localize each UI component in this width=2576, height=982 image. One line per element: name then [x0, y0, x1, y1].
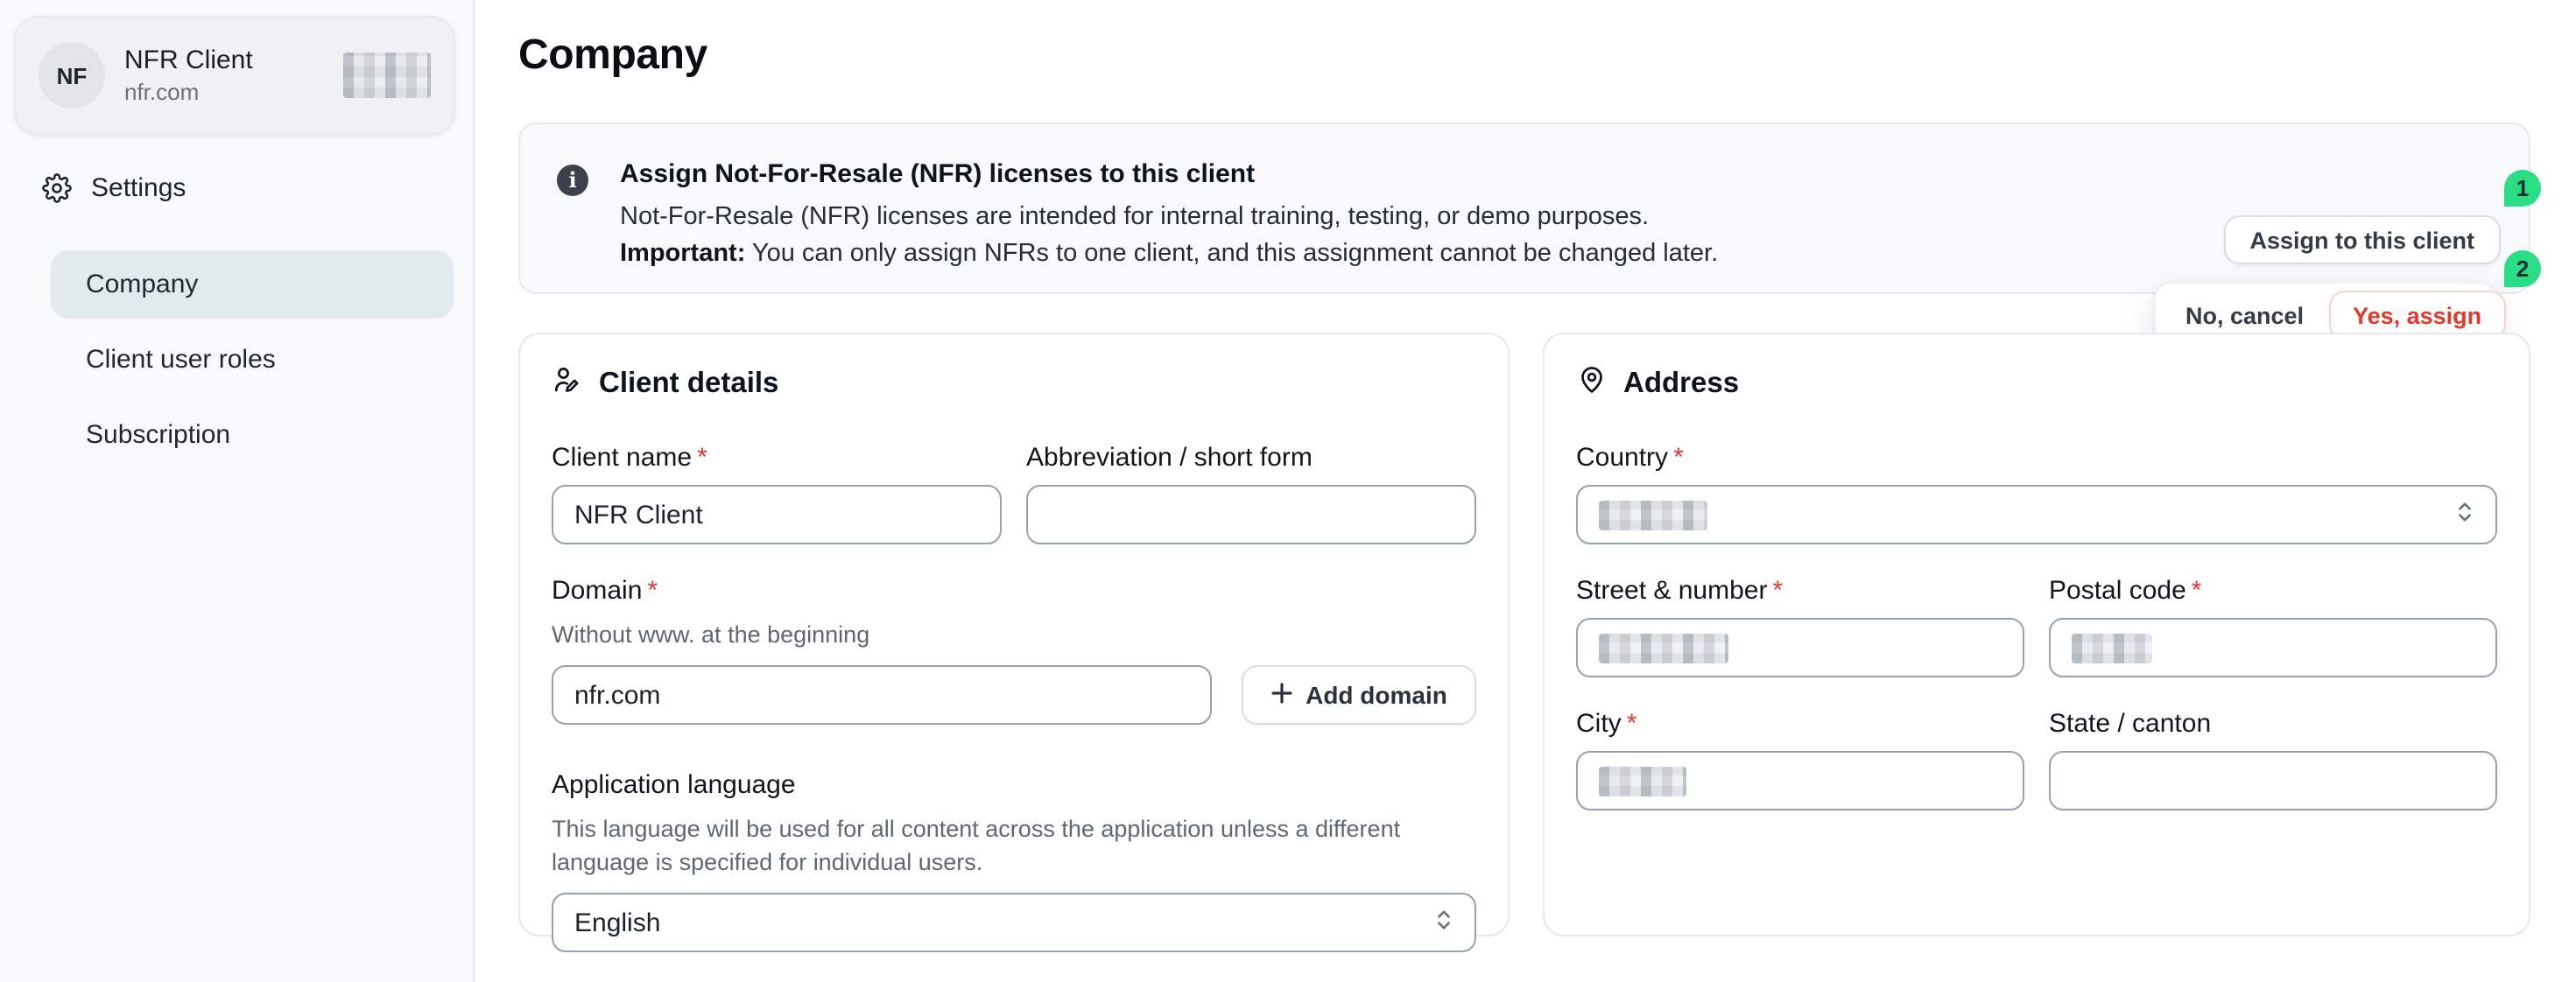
redacted-postal-value [2072, 633, 2152, 663]
domain-input[interactable] [552, 665, 1212, 725]
map-pin-icon [1576, 364, 1608, 404]
abbreviation-input[interactable] [1026, 485, 1476, 544]
sidebar-item-client-user-roles[interactable]: Client user roles [51, 326, 454, 394]
required-marker: * [1772, 576, 1783, 606]
domain-field: Domain* Without www. at the beginning Ad… [552, 576, 1476, 725]
nfr-banner-important-prefix: Important: [620, 239, 745, 267]
address-card: Address Country* Street & number* Postal [1543, 333, 2530, 936]
language-helper: This language will be used for all conte… [552, 812, 1476, 879]
redacted-street-value [1599, 633, 1728, 663]
address-row-2: City* State / canton [1576, 709, 2497, 810]
client-name-field: Client name* [552, 443, 1002, 544]
client-avatar-initials: NF [57, 62, 88, 88]
nfr-banner-text: Assign Not-For-Resale (NFR) licenses to … [620, 159, 2249, 271]
redacted-client-badge [343, 53, 431, 98]
sidebar-item-company[interactable]: Company [51, 250, 454, 319]
required-marker: * [647, 576, 658, 606]
sidebar-item-label: Client user roles [86, 345, 276, 375]
domain-label: Domain* [552, 576, 1476, 606]
language-select[interactable]: English [552, 893, 1476, 952]
client-details-row-1: Client name* Abbreviation / short form [552, 443, 1476, 544]
no-cancel-button[interactable]: No, cancel [2185, 302, 2304, 328]
language-label: Application language [552, 770, 1476, 800]
address-row-1: Street & number* Postal code* [1576, 576, 2497, 677]
abbreviation-label: Abbreviation / short form [1026, 443, 1476, 473]
client-name-input[interactable] [552, 485, 1002, 544]
required-marker: * [1673, 443, 1684, 473]
client-details-card: Client details Client name* Abbreviation… [518, 333, 1510, 936]
language-field: Application language This language will … [552, 770, 1476, 952]
app-root: NF NFR Client nfr.com Settings Company [0, 0, 2576, 982]
sidebar-item-label: Subscription [86, 420, 230, 450]
user-edit-icon [552, 364, 583, 404]
street-input[interactable] [1576, 618, 2024, 677]
client-card-name: NFR Client [124, 46, 253, 75]
chevron-up-down-icon [2455, 496, 2474, 533]
add-domain-button[interactable]: Add domain [1242, 665, 1476, 725]
add-domain-label: Add domain [1306, 681, 1447, 709]
annotation-badge-1: 1 [2504, 170, 2541, 207]
client-avatar: NF [39, 42, 105, 109]
domain-row: Add domain [552, 665, 1476, 725]
client-card-domain: nfr.com [124, 79, 253, 105]
required-marker: * [1627, 709, 1637, 739]
abbreviation-field: Abbreviation / short form [1026, 443, 1476, 544]
address-title: Address [1623, 368, 1739, 401]
address-header: Address [1576, 364, 2497, 404]
language-select-value: English [574, 908, 660, 937]
street-field: Street & number* [1576, 576, 2024, 677]
sidebar-item-subscription[interactable]: Subscription [51, 401, 454, 469]
plus-icon [1270, 681, 1292, 709]
settings-label: Settings [91, 173, 186, 203]
postal-code-label: Postal code* [2049, 576, 2497, 606]
page-title: Company [518, 32, 707, 81]
redacted-country-value [1599, 500, 1707, 530]
client-card-text: NFR Client nfr.com [124, 46, 253, 105]
postal-code-field: Postal code* [2049, 576, 2497, 677]
client-details-header: Client details [552, 364, 1476, 404]
assign-to-this-client-button[interactable]: Assign to this client [2223, 215, 2501, 264]
country-label: Country* [1576, 443, 2497, 473]
country-select[interactable] [1576, 485, 2497, 544]
annotation-badge-2: 2 [2504, 250, 2541, 287]
sidebar-item-label: Company [86, 270, 198, 299]
nfr-info-banner: Assign Not-For-Resale (NFR) licenses to … [518, 123, 2530, 294]
client-name-label: Client name* [552, 443, 1002, 473]
chevron-up-down-icon [1434, 904, 1453, 941]
client-details-title: Client details [599, 368, 778, 401]
sidebar: NF NFR Client nfr.com Settings Company [0, 0, 475, 982]
redacted-city-value [1599, 766, 1686, 796]
country-field: Country* [1576, 443, 2497, 544]
required-marker: * [697, 443, 707, 473]
required-marker: * [2192, 576, 2202, 606]
nfr-banner-line1: Not-For-Resale (NFR) licenses are intend… [620, 200, 2249, 235]
nfr-banner-important-rest: You can only assign NFRs to one client, … [745, 239, 1718, 267]
main-content: Company Assign Not-For-Resale (NFR) lice… [476, 0, 2576, 982]
postal-code-input[interactable] [2049, 618, 2497, 677]
city-field: City* [1576, 709, 2024, 810]
street-label: Street & number* [1576, 576, 2024, 606]
state-label: State / canton [2049, 709, 2497, 739]
client-card[interactable]: NF NFR Client nfr.com [14, 16, 455, 135]
state-input[interactable] [2049, 751, 2497, 810]
nfr-banner-line2: Important: You can only assign NFRs to o… [620, 235, 2249, 271]
nfr-banner-title: Assign Not-For-Resale (NFR) licenses to … [620, 159, 2249, 189]
domain-helper: Without www. at the beginning [552, 618, 1476, 651]
info-icon [557, 165, 588, 196]
sidebar-item-settings[interactable]: Settings [42, 173, 186, 203]
city-label: City* [1576, 709, 2024, 739]
city-input[interactable] [1576, 751, 2024, 810]
state-field: State / canton [2049, 709, 2497, 810]
gear-icon [42, 173, 72, 203]
sidebar-menu: Company Client user roles Subscription [51, 250, 454, 469]
